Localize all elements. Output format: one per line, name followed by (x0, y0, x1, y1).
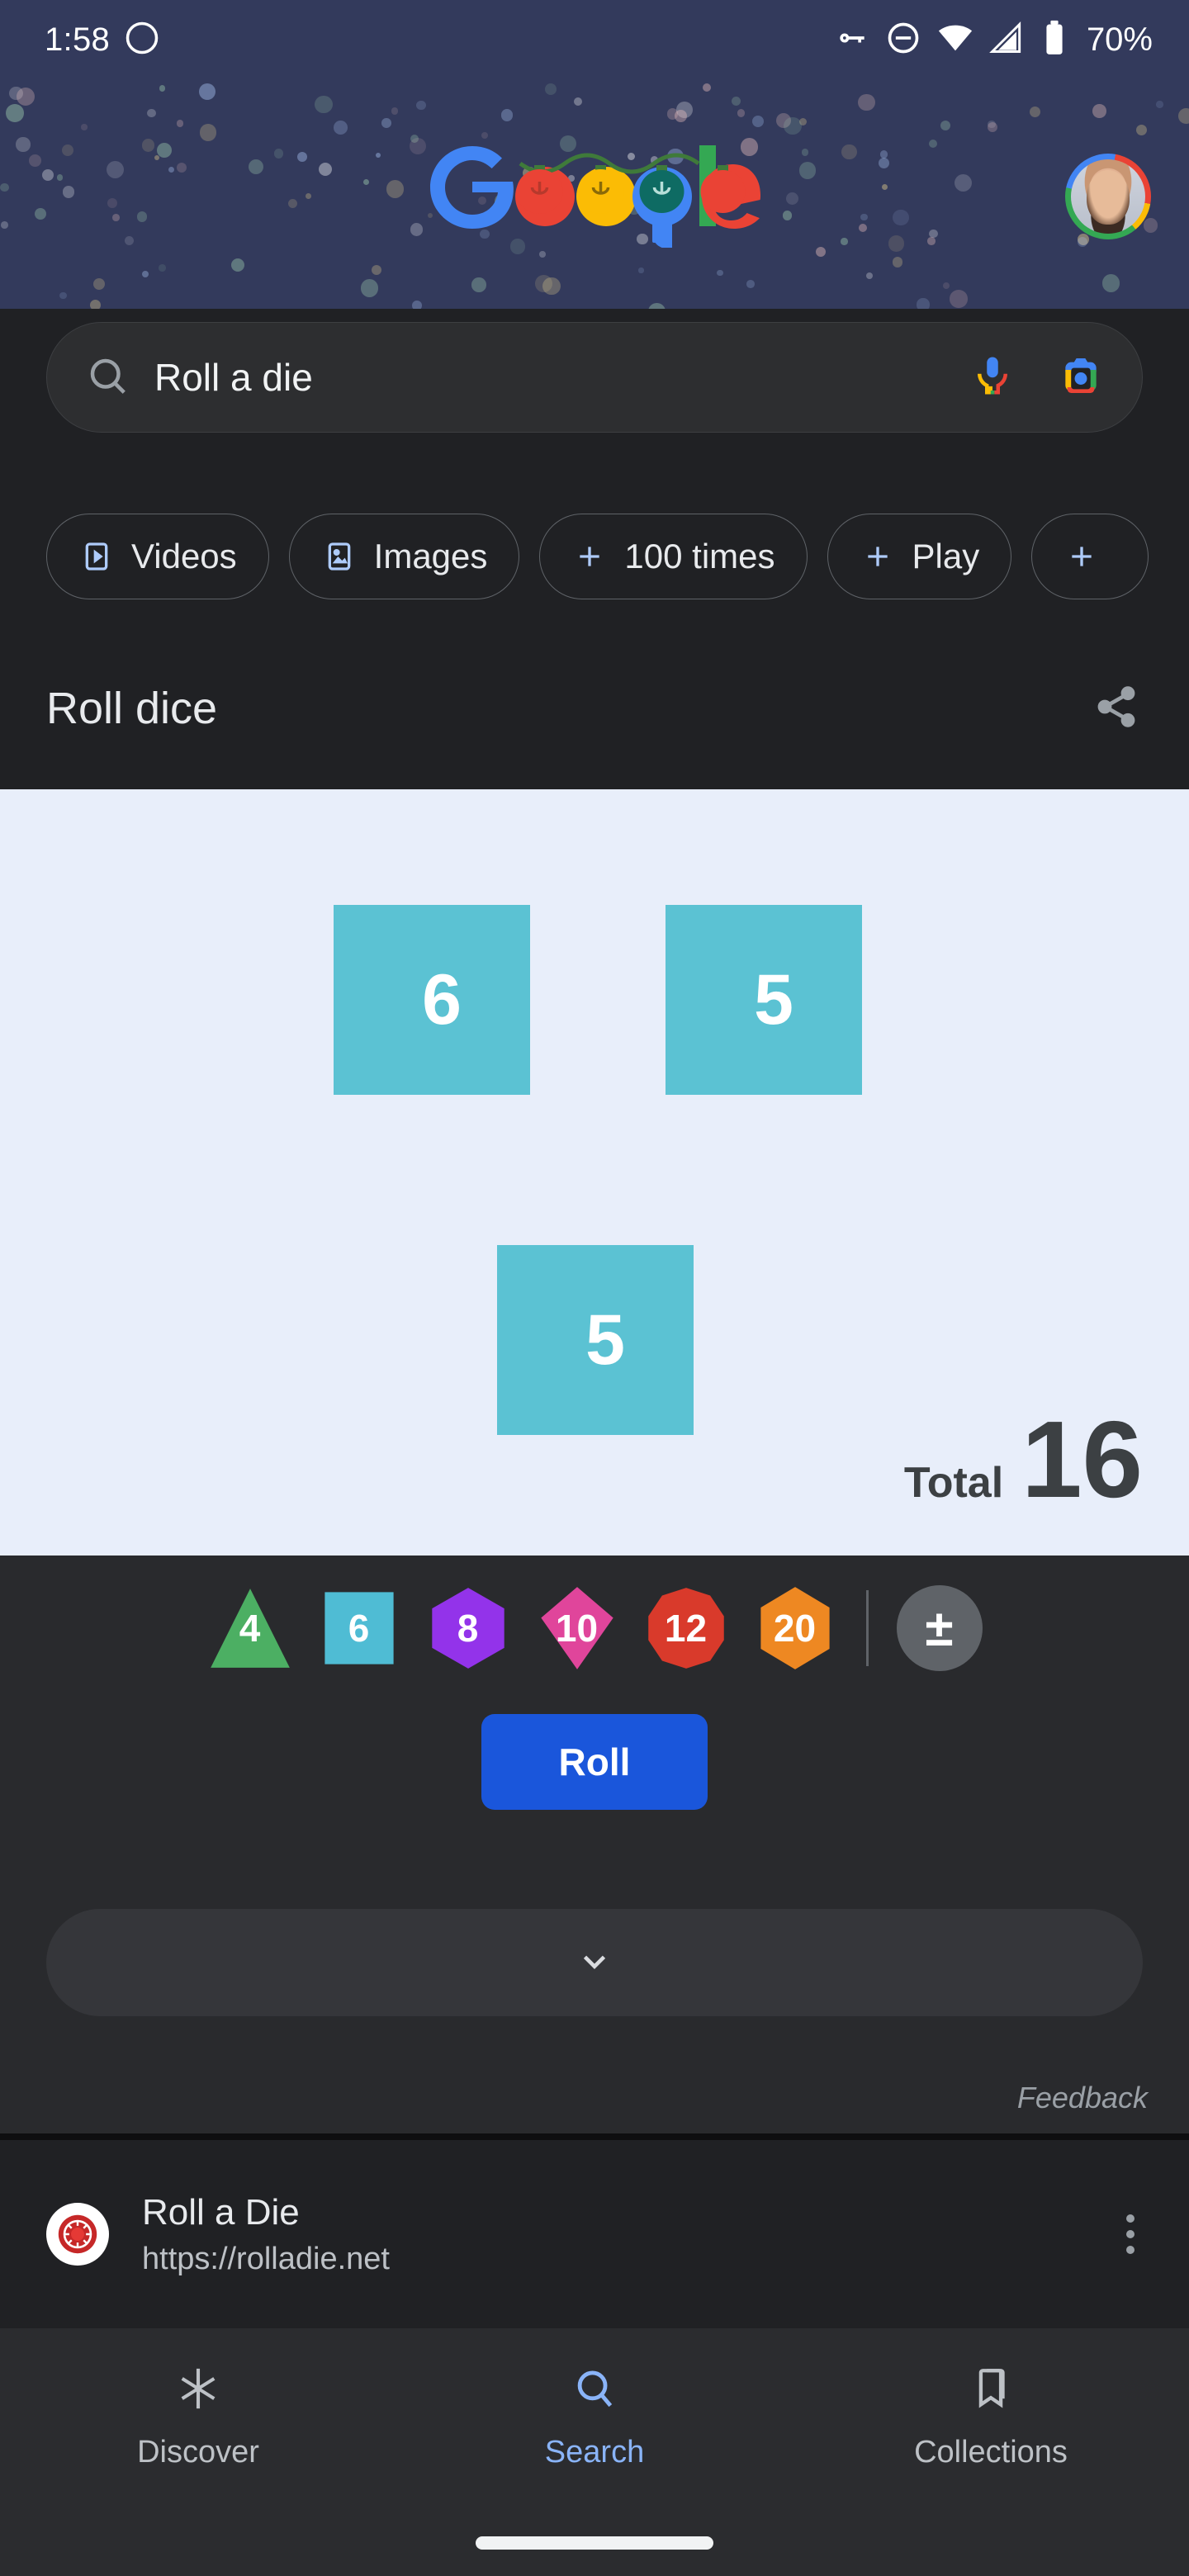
total-value: 16 (1021, 1398, 1143, 1520)
nav-item-collections[interactable]: Collections (793, 2365, 1189, 2470)
expand-button[interactable] (46, 1909, 1143, 2016)
chevron-down-icon (576, 1942, 613, 1984)
nav-item-discover[interactable]: Discover (0, 2365, 396, 2470)
controls-divider (865, 1590, 869, 1666)
dice-type-d4[interactable]: 4 (207, 1585, 293, 1671)
share-icon[interactable] (1093, 684, 1139, 734)
dice-type-label: 10 (555, 1607, 599, 1650)
feedback-link[interactable]: Feedback (1017, 2081, 1148, 2115)
google-lens-icon[interactable] (1058, 353, 1104, 403)
nav-item-search[interactable]: Search (396, 2365, 793, 2470)
image-icon (321, 538, 358, 575)
search-input[interactable]: Roll a die (154, 355, 970, 400)
chip-label: Videos (131, 537, 237, 575)
dice-stage: 6 5 5 Total 16 (0, 789, 1189, 1556)
filter-chip-row[interactable]: Videos Images 100 times Play (0, 495, 1189, 618)
plus-icon (1063, 538, 1100, 575)
search-actions (970, 353, 1104, 403)
dice-type-d20[interactable]: 20 (752, 1585, 838, 1671)
vpn-key-icon (834, 20, 870, 60)
chip-overflow[interactable] (1031, 514, 1149, 599)
plus-icon (571, 538, 608, 575)
microphone-icon[interactable] (970, 353, 1015, 402)
roll-button[interactable]: Roll (481, 1714, 708, 1810)
dice-controls: 4 6 8 10 12 20 ± Roll Feedback (0, 1556, 1189, 2133)
status-bar-left: 1:58 (45, 21, 159, 59)
die[interactable]: 6 (334, 905, 530, 1095)
dice-type-label: 4 (239, 1607, 261, 1650)
modifier-button[interactable]: ± (896, 1585, 983, 1671)
plus-icon (860, 538, 896, 575)
die[interactable]: 5 (666, 905, 862, 1095)
google-doodle-logo[interactable] (421, 124, 768, 249)
status-bar-right: 70% (834, 19, 1153, 61)
dice-type-d6[interactable]: 6 (316, 1585, 402, 1671)
google-app-screen: 1:58 70% Roll a die Videos Images 100 ti… (0, 0, 1189, 2576)
cell-signal-icon (989, 20, 1026, 60)
total-display: Total 16 (903, 1398, 1143, 1520)
bookmark-icon (967, 2365, 1015, 2417)
nav-label: Search (544, 2435, 645, 2469)
dice-type-label: 6 (348, 1607, 370, 1650)
favicon (46, 2203, 109, 2266)
nav-label: Collections (914, 2435, 1068, 2469)
dice-type-label: 8 (457, 1607, 479, 1650)
chip-videos[interactable]: Videos (46, 514, 269, 599)
chip-label: Play (912, 537, 980, 575)
dice-type-label: 20 (773, 1607, 817, 1650)
chip-100-times[interactable]: 100 times (539, 514, 808, 599)
die-value: 5 (754, 959, 793, 1039)
battery-percent: 70% (1086, 21, 1153, 58)
page-title: Roll dice (46, 684, 218, 733)
video-icon (78, 538, 115, 575)
avatar[interactable] (1065, 154, 1151, 239)
dice-type-label: 12 (664, 1607, 708, 1650)
discover-asterisk-icon (174, 2365, 222, 2417)
battery-icon (1040, 19, 1068, 61)
do-not-disturb-icon (885, 20, 921, 60)
total-label: Total (903, 1458, 1004, 1507)
chip-images[interactable]: Images (288, 514, 520, 599)
die[interactable]: 5 (497, 1245, 694, 1435)
status-bar: 1:58 70% (0, 0, 1189, 79)
status-clock: 1:58 (45, 21, 111, 58)
doodle-header: 1:58 70% (0, 0, 1189, 309)
section-divider (0, 2133, 1189, 2140)
nav-label: Discover (137, 2435, 259, 2469)
result-url[interactable]: https://rolladie.net (142, 2242, 1118, 2277)
gesture-bar (476, 2536, 713, 2550)
die-value: 6 (422, 959, 462, 1039)
chip-label: 100 times (624, 537, 775, 575)
search-result-item[interactable]: Roll a Die https://rolladie.net (0, 2140, 1189, 2328)
dice-type-d8[interactable]: 8 (425, 1585, 511, 1671)
dice-type-d12[interactable]: 12 (643, 1585, 729, 1671)
chip-play[interactable]: Play (827, 514, 1012, 599)
search-icon (571, 2365, 618, 2417)
result-title[interactable]: Roll a Die (142, 2192, 1118, 2233)
moon-clock-icon (125, 21, 159, 59)
search-bar[interactable]: Roll a die (46, 322, 1143, 433)
search-icon (85, 353, 130, 402)
die-value: 5 (585, 1300, 625, 1380)
wifi-icon (936, 19, 974, 61)
dice-type-selector[interactable]: 4 6 8 10 12 20 ± (0, 1585, 1189, 1671)
avatar-image (1071, 159, 1145, 234)
chip-label: Images (373, 537, 488, 575)
result-text: Roll a Die https://rolladie.net (142, 2192, 1118, 2277)
more-options-icon[interactable] (1118, 2206, 1143, 2262)
dice-panel-header: Roll dice (0, 627, 1189, 789)
dice-type-d10[interactable]: 10 (534, 1585, 620, 1671)
